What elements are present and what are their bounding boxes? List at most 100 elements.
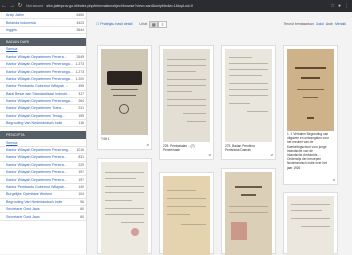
facet-item-label: Kantor Wilayah Departemen Tenag... bbox=[6, 113, 65, 118]
card-caption[interactable]: 1. 1 Verbalen Begrooting van uitgaven en… bbox=[287, 132, 329, 170]
facet-item-label: Inggris bbox=[6, 27, 17, 32]
facet-item[interactable]: Kantor Wilayah Departemen Penerang... 101… bbox=[0, 147, 86, 155]
facet-item[interactable]: Kantor Wilayah Departemen Penera... 831 bbox=[0, 154, 86, 162]
page: Arsip Jatim 6450 Belanda Indonesia 4423 Ingg… bbox=[0, 12, 352, 255]
facet-header-badan[interactable]: BADAN DARI bbox=[0, 38, 86, 47]
facet-item[interactable]: Secretarie Oost Java 60 bbox=[0, 206, 86, 214]
facet-item-count: 140 bbox=[78, 185, 84, 189]
facet-item-count: 197 bbox=[78, 177, 84, 182]
arrow-left-icon[interactable]: ← bbox=[0, 0, 8, 12]
sort-select[interactable]: Judul bbox=[316, 22, 324, 26]
facet-item[interactable]: Kantor Wilayah Departemen Penerangan Pro… bbox=[0, 68, 86, 76]
facet-item[interactable]: Kantor Wilayah Departemen Penera... 2649 bbox=[0, 54, 86, 61]
facet-item-count: 4423 bbox=[76, 20, 84, 25]
facet-item-label: Kantor Wilayah Departemen Penera... bbox=[6, 177, 67, 182]
facet-item-label: Secretarie Oost Java bbox=[6, 207, 40, 212]
facet-item-label: Secretarie Oost Java bbox=[6, 214, 40, 219]
checkbox-icon[interactable]: ☐ bbox=[96, 22, 99, 26]
insecure-label: Not secure bbox=[26, 4, 44, 8]
paperclip-icon: ⌀ bbox=[208, 152, 211, 157]
reload-icon[interactable]: ↻ bbox=[16, 0, 24, 12]
facet-item[interactable]: Kantor Wilayah Departemen Penerangan... 2… bbox=[0, 98, 86, 106]
facet-item-count: 1.273 bbox=[75, 69, 85, 74]
facet-item[interactable]: Kantor Pembantu Gubernur Wilayah... 140 bbox=[0, 184, 86, 192]
document-thumbnail bbox=[101, 49, 148, 135]
card-caption[interactable]: 229. Pembatalan ...(?) Penerimaan bbox=[163, 144, 205, 152]
facet-item-count: 1.200 bbox=[75, 76, 85, 81]
document-thumbnail bbox=[225, 172, 272, 255]
facet-item-label: Begrooting Van Nederlandsch Indie bbox=[6, 121, 63, 126]
url-bar[interactable]: sikn.jatimprov.go.id/index.php/informati… bbox=[46, 4, 330, 8]
profile-icon[interactable]: ● bbox=[338, 3, 341, 9]
facet-item[interactable]: Begrooting Van Nederlandsch Indie 96 bbox=[0, 199, 86, 206]
facet-item[interactable]: Kantor Wilayah Departemen Penerangan Pro… bbox=[0, 76, 86, 84]
facet-item-count: 116 bbox=[78, 121, 84, 126]
star-icon[interactable]: ☆ bbox=[330, 3, 334, 9]
facet-item-label: Kantor Wilayah Departemen Penerangan... bbox=[6, 99, 74, 104]
facet-item-label: Arsip Jatim bbox=[6, 13, 24, 18]
facet-item[interactable]: Kantor Wilayah Departemen Tenag... 159 bbox=[0, 113, 86, 121]
facet-item-label: Kantor Wilayah Departemen Penerangan Pro… bbox=[6, 62, 74, 67]
facet-item-count: 60 bbox=[80, 214, 84, 219]
facet-item[interactable]: Balai Besar dan Standardisasi Industri..… bbox=[0, 91, 86, 98]
facet-item[interactable]: Burgelijke Openbare Werken 104 bbox=[0, 191, 86, 199]
document-thumbnail bbox=[101, 162, 148, 255]
result-card[interactable] bbox=[221, 168, 276, 255]
facet-item[interactable]: Belanda Indonesia 4423 bbox=[0, 19, 86, 27]
facet-item[interactable]: Begrooting Van Nederlandsch Indie 116 bbox=[0, 120, 86, 128]
facet-item[interactable]: Secretarie Oost Java 60 bbox=[0, 213, 86, 221]
facet-item[interactable]: Kantor Wilayah Departemen Penera... 197 bbox=[0, 169, 86, 177]
grid-icon: ▦ bbox=[151, 21, 156, 27]
facet-item-label: Begrooting Van Nederlandsch Indie bbox=[6, 199, 63, 204]
grid-view-button[interactable]: ▦ bbox=[149, 20, 159, 28]
result-card[interactable] bbox=[97, 158, 152, 255]
facet-item-label: Kantor Pembantu Gubernur Wilayah ... bbox=[6, 84, 68, 89]
facet-item[interactable]: Kantor Pembantu Gubernur Wilayah ... 495 bbox=[0, 83, 86, 91]
facet-item-count: 317 bbox=[78, 91, 84, 96]
facet-item-label: Kantor Wilayah Departemen Penera... bbox=[6, 162, 67, 167]
facet-item-count: 229 bbox=[78, 162, 84, 167]
results-area: ☐ Pratinjau hasil detail Lihat ▦ ≡ Terur… bbox=[87, 12, 352, 255]
menu-icon[interactable]: ⋮ bbox=[344, 3, 349, 9]
facet-header-pencipta[interactable]: PENCIPTA bbox=[0, 131, 86, 140]
facet-item-label: Kantor Wilayah Departemen Penera... bbox=[6, 170, 67, 175]
facet-item-count: 197 bbox=[78, 170, 84, 175]
facet-all-badan[interactable]: Semua bbox=[0, 46, 86, 54]
facet-all-pencipta[interactable]: Semua bbox=[0, 139, 86, 147]
list-view-button[interactable]: ≡ bbox=[158, 20, 168, 28]
document-thumbnail bbox=[163, 49, 210, 142]
direction-label: Arah bbox=[325, 22, 334, 26]
facet-item-count: 6450 bbox=[76, 13, 84, 18]
facet-item-count: 159 bbox=[78, 113, 84, 118]
preview-detail-label: Pratinjau hasil detail bbox=[100, 22, 133, 26]
facet-item-count: 1016 bbox=[76, 148, 84, 153]
document-thumbnail bbox=[287, 49, 334, 131]
card-caption[interactable]: 275. Badan Pembina Pertisiswa Daerah bbox=[225, 144, 267, 152]
facet-item-count: 831 bbox=[78, 155, 84, 160]
facet-item-count: 96 bbox=[80, 199, 84, 204]
result-card[interactable] bbox=[283, 192, 338, 255]
facet-item-label: Kantor Wilayah Departemen Penerang... bbox=[6, 148, 71, 153]
result-card[interactable]: 229. Pembatalan ...(?) Penerimaan ⌀ bbox=[159, 45, 214, 160]
paperclip-icon: ⌀ bbox=[146, 142, 149, 147]
facet-item-count: 104 bbox=[78, 192, 84, 197]
facet-item-count: 264 bbox=[78, 99, 84, 104]
result-card[interactable] bbox=[159, 172, 214, 255]
facet-item[interactable]: Kantor Wilayah Departemen Penera... 197 bbox=[0, 176, 86, 184]
results-toolbar: ☐ Pratinjau hasil detail Lihat ▦ ≡ Terur… bbox=[87, 19, 352, 29]
facet-item-label: Kantor Wilayah Departemen Penerangan Pro… bbox=[6, 69, 74, 74]
facet-item[interactable]: Kantor Wilayah Departemen Penera... 229 bbox=[0, 162, 86, 170]
facet-item[interactable]: Kantor Wilayah Departemen Trans... 231 bbox=[0, 105, 86, 113]
arrow-right-icon[interactable]: → bbox=[8, 0, 16, 12]
facet-item-label: Kantor Wilayah Departemen Penera... bbox=[6, 155, 67, 160]
direction-select[interactable]: Menaik bbox=[335, 22, 346, 26]
preview-detail-link[interactable]: ☐ Pratinjau hasil detail bbox=[96, 22, 132, 26]
result-card[interactable]: T4H 1 ⌀ bbox=[97, 45, 152, 150]
result-card[interactable]: 275. Badan Pembina Pertisiswa Daerah ⌀ bbox=[221, 45, 276, 160]
browser-toolbar: ← → ↻ Not secure sikn.jatimprov.go.id/in… bbox=[0, 0, 352, 12]
facet-item[interactable]: Kantor Wilayah Departemen Penerangan Pro… bbox=[0, 61, 86, 69]
facet-item[interactable]: Inggris 3644 bbox=[0, 27, 86, 35]
result-card[interactable]: 1. 1 Verbalen Begrooting van uitgaven en… bbox=[283, 45, 338, 185]
card-caption[interactable]: T4H 1 bbox=[101, 137, 143, 141]
facet-item[interactable]: Arsip Jatim 6450 bbox=[0, 12, 86, 20]
